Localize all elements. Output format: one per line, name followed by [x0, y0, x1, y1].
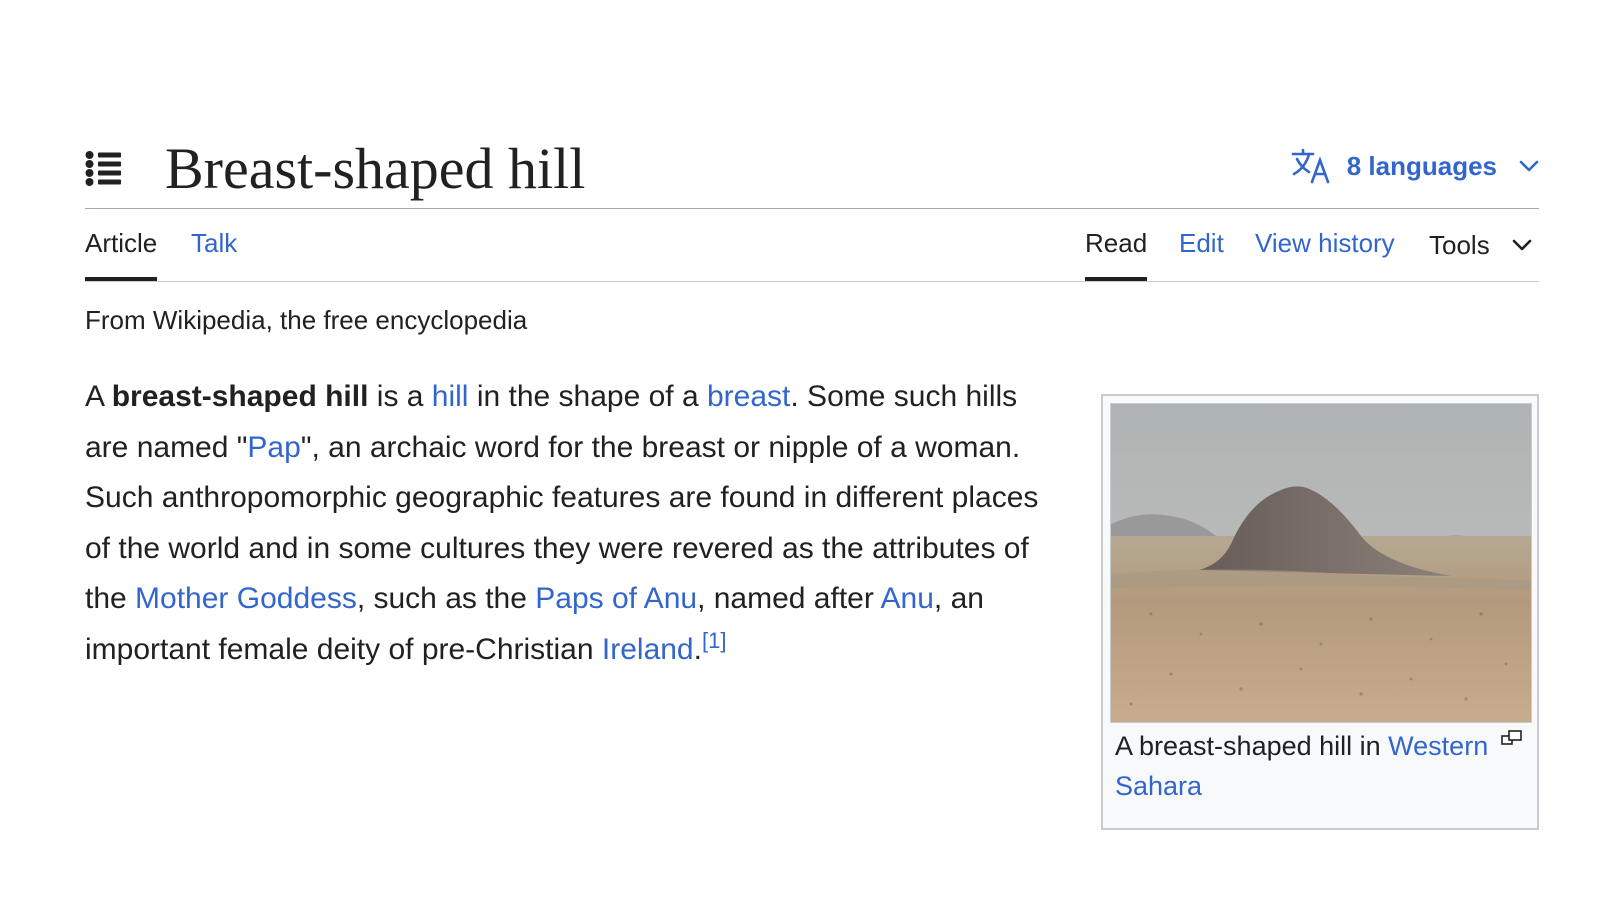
link-breast[interactable]: breast	[707, 380, 790, 413]
lead-text: is a	[368, 380, 432, 413]
lead-text: , named after	[697, 582, 881, 615]
tab-talk[interactable]: Talk	[191, 209, 237, 281]
lead-text: A	[85, 380, 112, 413]
thumbnail-caption: A breast-shaped hill in Western Sahara	[1115, 726, 1495, 806]
tab-article[interactable]: Article	[85, 209, 158, 281]
lead-text: .	[693, 632, 702, 666]
tools-label: Tools	[1429, 230, 1490, 260]
lead-text: , such as the	[356, 582, 536, 615]
table-of-contents-button[interactable]	[85, 150, 125, 188]
link-anu[interactable]: Anu	[881, 582, 934, 615]
link-pap[interactable]: Pap	[247, 431, 300, 464]
languages-label: 8 languages	[1346, 150, 1497, 181]
tab-read[interactable]: Read	[1085, 209, 1148, 281]
caption-text: A breast-shaped hill in	[1115, 731, 1389, 761]
link-mother-goddess[interactable]: Mother Goddess	[135, 582, 357, 615]
page-tabs: Article Talk Read Edit View history Tool…	[85, 209, 1539, 282]
chevron-down-icon	[1519, 160, 1539, 172]
infobox-thumbnail: A breast-shaped hill in Western Sahara	[1101, 394, 1539, 830]
lead-term: breast-shaped hill	[111, 380, 369, 413]
tools-menu-button[interactable]: Tools	[1429, 209, 1532, 281]
link-hill[interactable]: hill	[432, 380, 469, 413]
chevron-down-icon	[1512, 239, 1532, 251]
desert-hill-photo	[1111, 404, 1531, 722]
tab-view-history[interactable]: View history	[1255, 209, 1395, 281]
enlarge-icon[interactable]	[1501, 730, 1523, 746]
reference-link[interactable]: [1]	[702, 628, 726, 653]
language-selector-button[interactable]: 8 languages	[1291, 146, 1539, 186]
thumbnail-image[interactable]	[1110, 403, 1532, 723]
site-subtitle: From Wikipedia, the free encyclopedia	[85, 305, 528, 335]
lead-paragraph: A breast-shaped hill is a hill in the sh…	[85, 372, 1045, 675]
page-title: Breast-shaped hill	[165, 136, 586, 201]
lead-text: in the shape of a	[468, 380, 707, 413]
translate-icon	[1291, 148, 1330, 184]
page-header: Breast-shaped hill 8 languages	[85, 128, 1539, 209]
link-paps-of-anu[interactable]: Paps of Anu	[535, 582, 697, 615]
list-bullet-icon	[85, 151, 121, 186]
link-ireland[interactable]: Ireland	[602, 633, 694, 666]
tab-edit[interactable]: Edit	[1179, 209, 1224, 281]
